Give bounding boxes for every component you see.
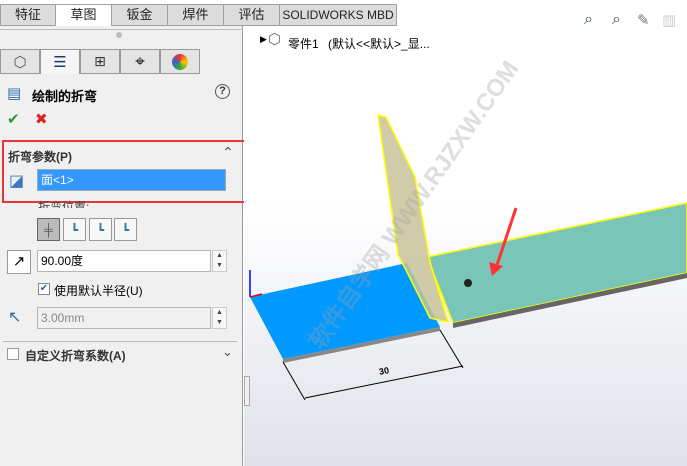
bend-point-marker — [464, 279, 472, 287]
model-graphics — [249, 114, 687, 401]
graphics-viewport[interactable]: ▶ ⬡ 零件1 (默认<<默认>_显... ⌕ ⌕ ✎ ▥ 30 软件自学网 W… — [244, 11, 687, 466]
dimension-value[interactable]: 30 — [378, 365, 390, 377]
